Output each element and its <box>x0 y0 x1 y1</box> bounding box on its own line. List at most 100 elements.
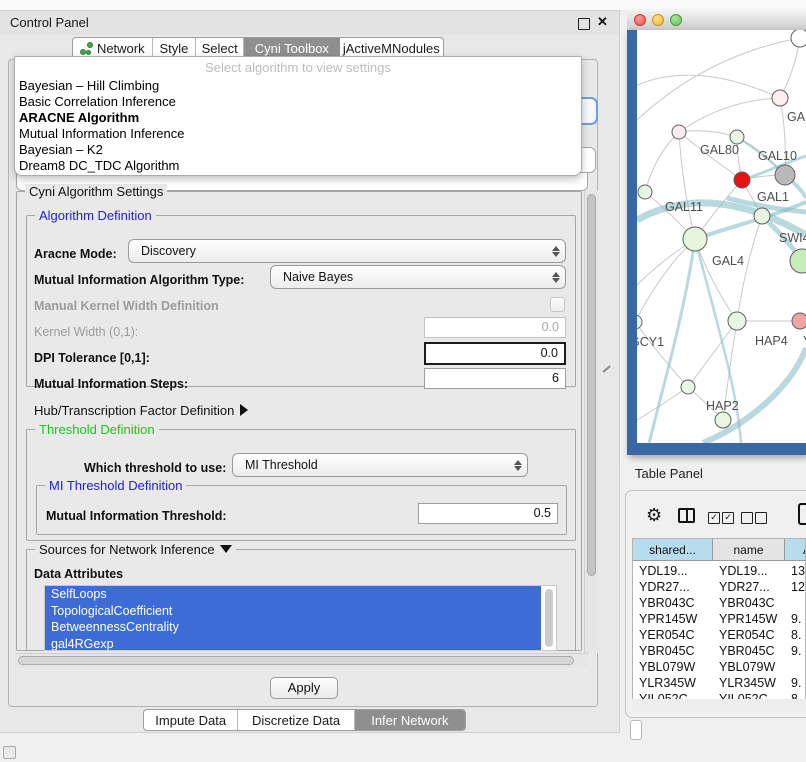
kernel-width-field[interactable]: 0.0 <box>424 317 566 338</box>
dpi-tolerance-label: DPI Tolerance [0,1]: <box>34 351 150 365</box>
settings-hscrollbar-thumb[interactable] <box>18 656 574 665</box>
tab-style[interactable]: Style <box>153 38 197 58</box>
network-node[interactable] <box>672 125 686 139</box>
network-canvas[interactable]: GALGAL80GAL10GAL1GAL11SWI4GAL4GCY1HAP4YH… <box>637 30 806 443</box>
table-cell[interactable]: 9. <box>791 676 801 690</box>
unchecked-checkbox-icon[interactable] <box>755 512 767 524</box>
tab-cyni-toolbox[interactable]: Cyni Toolbox <box>244 38 339 58</box>
table-cell[interactable]: YBR045C <box>719 644 775 658</box>
network-node[interactable] <box>728 312 746 330</box>
attribute-list-item[interactable]: BetweennessCentrality <box>45 619 541 636</box>
network-node[interactable] <box>792 313 806 329</box>
algorithm-option[interactable]: Mutual Information Inference <box>19 126 577 142</box>
manual-kernel-checkbox[interactable] <box>550 297 565 312</box>
network-node[interactable] <box>681 380 695 394</box>
network-node[interactable] <box>790 249 806 273</box>
collapse-down-icon <box>220 545 232 553</box>
column-header[interactable]: shared... <box>633 539 713 561</box>
table-cell[interactable]: YER054C <box>719 628 775 642</box>
table-cell[interactable]: YDL19... <box>719 564 768 578</box>
zoom-traffic-icon[interactable] <box>670 14 682 26</box>
network-node[interactable] <box>734 172 750 188</box>
attribute-list-item[interactable]: TopologicalCoefficient <box>45 603 541 620</box>
network-node[interactable] <box>715 412 731 428</box>
network-node[interactable] <box>683 227 707 251</box>
mi-type-select[interactable]: Naive Bayes <box>270 265 566 289</box>
table-cell[interactable]: YPR145W <box>639 612 697 626</box>
minimized-panel-icon[interactable] <box>3 746 16 759</box>
network-node-label: GCY1 <box>637 335 664 349</box>
minimize-traffic-icon[interactable] <box>652 14 664 26</box>
tab-network[interactable]: Network <box>73 38 153 58</box>
table-cell[interactable]: 13 <box>791 564 805 578</box>
float-window-icon[interactable] <box>578 18 590 30</box>
table-cell[interactable]: 8. <box>791 692 801 699</box>
algorithm-option[interactable]: ARACNE Algorithm <box>19 110 577 126</box>
data-attributes-list[interactable]: SelfLoopsTopologicalCoefficientBetweenne… <box>44 585 557 651</box>
table-cell[interactable]: YIL052C <box>719 692 768 699</box>
algorithm-option[interactable]: Dream8 DC_TDC Algorithm <box>19 158 577 174</box>
network-icon <box>80 42 92 54</box>
table-cell[interactable]: 9. <box>791 644 801 658</box>
sources-toggle[interactable]: Sources for Network Inference <box>35 542 236 557</box>
checked-checkbox-icon[interactable]: ✓ <box>708 512 720 524</box>
table-cell[interactable]: YIL052C <box>639 692 688 699</box>
table-cell[interactable]: YBR045C <box>639 644 695 658</box>
settings-vscrollbar-thumb[interactable] <box>587 194 596 576</box>
which-threshold-select[interactable]: MI Threshold <box>232 453 528 477</box>
attribute-list-item[interactable]: gal4RGexp <box>45 636 541 652</box>
table-hscrollbar[interactable] <box>632 699 806 711</box>
tab-discretize-data[interactable]: Discretize Data <box>238 710 354 730</box>
split-columns-icon[interactable] <box>678 508 695 523</box>
table-cell[interactable]: YLR345W <box>719 676 776 690</box>
table-cell[interactable]: 8. <box>791 628 801 642</box>
node-table[interactable]: shared...nameA YDL19... YDL19... 13 YDR27..… <box>632 538 806 699</box>
dpi-tolerance-field[interactable]: 0.0 <box>424 342 566 365</box>
table-cell[interactable]: YLR345W <box>639 676 696 690</box>
tab-select[interactable]: Select <box>196 38 244 58</box>
network-node[interactable] <box>791 30 806 47</box>
network-node[interactable] <box>775 165 795 185</box>
algorithm-option[interactable]: Bayesian – K2 <box>19 142 577 158</box>
network-node[interactable] <box>637 315 642 329</box>
close-icon[interactable]: ✕ <box>597 14 608 30</box>
checked-checkbox-icon[interactable]: ✓ <box>722 512 734 524</box>
algorithm-option[interactable]: Basic Correlation Inference <box>19 94 577 110</box>
table-cell[interactable]: YPR145W <box>719 612 777 626</box>
apply-button[interactable]: Apply <box>270 677 338 699</box>
mi-threshold-field[interactable]: 0.5 <box>418 503 558 524</box>
list-vscrollbar-thumb[interactable] <box>545 589 553 647</box>
close-traffic-icon[interactable] <box>634 14 646 26</box>
table-cell[interactable]: YBL079W <box>639 660 695 674</box>
column-header[interactable]: A <box>785 539 806 561</box>
column-header[interactable]: name <box>713 539 785 561</box>
hub-definition-toggle[interactable]: Hub/Transcription Factor Definition <box>34 403 248 418</box>
table-cell[interactable]: YDR27... <box>639 580 690 594</box>
unchecked-checkbox-icon[interactable] <box>741 512 753 524</box>
table-cell[interactable]: YDL19... <box>639 564 688 578</box>
network-node[interactable] <box>772 90 788 106</box>
network-node[interactable] <box>638 185 652 199</box>
network-node[interactable] <box>754 208 770 224</box>
document-icon[interactable] <box>798 503 806 525</box>
network-edge <box>679 131 737 137</box>
network-node[interactable] <box>730 130 744 144</box>
table-cell[interactable]: YBL079W <box>719 660 775 674</box>
aracne-mode-select[interactable]: Discovery <box>128 239 566 263</box>
settings-hscrollbar[interactable] <box>16 653 588 667</box>
tab-infer-network[interactable]: Infer Network <box>355 710 465 730</box>
tab-jactivemnodules[interactable]: jActiveMNodules <box>340 38 443 58</box>
attribute-list-item[interactable]: SelfLoops <box>45 586 541 603</box>
table-cell[interactable]: YBR043C <box>639 596 695 610</box>
algorithm-option[interactable]: Bayesian – Hill Climbing <box>19 78 577 94</box>
table-cell[interactable]: 9. <box>791 612 801 626</box>
table-cell[interactable]: YBR043C <box>719 596 775 610</box>
tab-impute-data[interactable]: Impute Data <box>144 710 238 730</box>
settings-vscrollbar[interactable] <box>584 191 598 653</box>
mi-steps-field[interactable]: 6 <box>424 368 566 389</box>
gear-icon[interactable]: ⚙ <box>646 505 662 526</box>
table-cell[interactable]: YER054C <box>639 628 695 642</box>
network-window-titlebar[interactable] <box>627 8 806 31</box>
table-cell[interactable]: 12 <box>791 580 805 594</box>
table-cell[interactable]: YDR27... <box>719 580 770 594</box>
